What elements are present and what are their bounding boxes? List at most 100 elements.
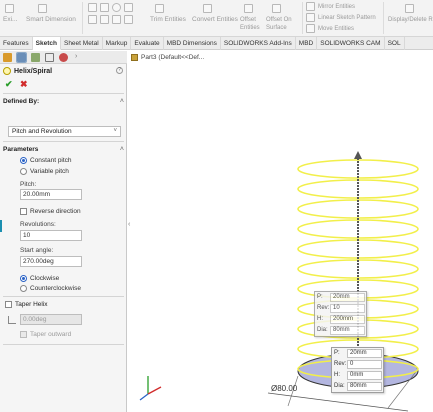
popup-row: H: 200mm [315, 314, 366, 325]
popup-diameter-input[interactable]: 80mm [330, 326, 365, 335]
chevron-down-icon: ˅ [113, 128, 117, 134]
revolutions-label: Revolutions: [20, 221, 56, 228]
offset-entities-button[interactable]: Offset Entities [240, 16, 268, 32]
popup-revolutions-input[interactable]: 0 [347, 360, 382, 369]
tab-sheet-metal[interactable]: Sheet Metal [61, 37, 103, 50]
diameter-dimension[interactable]: Ø80.00 [271, 384, 298, 393]
display-delete-relations-button[interactable]: Display/Delete R... [388, 16, 433, 24]
counterclockwise-radio[interactable]: Counterclockwise [20, 285, 81, 292]
configuration-manager-tab-icon[interactable] [31, 53, 40, 62]
chevron-right-icon[interactable]: › [75, 53, 77, 60]
taper-angle-input[interactable]: 0.00deg [20, 314, 82, 325]
popup-row: H: 0mm [332, 370, 383, 381]
popup-row: P: 20mm [315, 292, 366, 303]
divider [3, 296, 124, 297]
slot-icon[interactable] [112, 15, 121, 24]
move-entities-icon[interactable] [306, 24, 315, 33]
display-manager-tab-icon[interactable] [59, 53, 68, 62]
helix-preview[interactable]: Ø80.00 [128, 51, 433, 412]
dimxpert-manager-tab-icon[interactable] [45, 53, 54, 62]
arc-icon[interactable] [124, 3, 133, 12]
convert-entities-icon[interactable] [203, 4, 212, 13]
helix-parameters-popup[interactable]: P: 20mm Rev: 0 H: 0mm Dia: 80mm [331, 347, 384, 393]
linear-sketch-pattern-button[interactable]: Linear Sketch Pattern [318, 14, 376, 22]
variable-pitch-label: Variable pitch [30, 168, 69, 175]
tab-evaluate[interactable]: Evaluate [131, 37, 164, 50]
ribbon-separator [383, 2, 384, 34]
popup-key: P: [334, 350, 340, 356]
property-manager-tab-icon[interactable] [16, 52, 27, 63]
variable-pitch-radio[interactable]: Variable pitch [20, 168, 69, 175]
polygon-icon[interactable] [100, 15, 109, 24]
cancel-button[interactable]: ✖ [20, 79, 28, 90]
popup-height-input[interactable]: 200mm [330, 315, 365, 324]
popup-key: Rev: [334, 361, 347, 367]
spline-icon[interactable] [88, 15, 97, 24]
offset-entities-icon[interactable] [244, 4, 253, 13]
divider [3, 141, 124, 142]
parameters-group-header[interactable]: Parameters ˄ [3, 146, 124, 153]
chevron-up-icon[interactable]: ˄ [120, 146, 124, 153]
ok-button[interactable]: ✔ [5, 79, 13, 90]
ribbon-separator [82, 2, 83, 34]
move-entities-button[interactable]: Move Entities [318, 25, 354, 33]
rectangle-icon[interactable] [100, 3, 109, 12]
popup-key: Dia: [317, 327, 328, 333]
tab-features[interactable]: Features [0, 37, 33, 50]
display-delete-relations-icon[interactable] [405, 4, 414, 13]
chevron-up-icon[interactable]: ˄ [120, 98, 124, 105]
checkbox-unchecked-icon[interactable] [5, 301, 12, 308]
popup-diameter-input[interactable]: 80mm [347, 382, 382, 391]
offset-on-surface-icon[interactable] [272, 4, 281, 13]
smart-dimension-button[interactable]: Smart Dimension [26, 16, 76, 24]
pitch-input[interactable]: 20.00mm [20, 189, 82, 200]
convert-entities-button[interactable]: Convert Entities [192, 16, 238, 24]
tab-markup[interactable]: Markup [103, 37, 132, 50]
exit-sketch-button[interactable]: Exi... [3, 16, 17, 24]
popup-height-input[interactable]: 0mm [347, 371, 382, 380]
start-angle-input[interactable]: 270.00deg [20, 256, 82, 267]
popup-pitch-input[interactable]: 20mm [347, 349, 382, 358]
tab-sketch[interactable]: Sketch [32, 37, 61, 50]
checkbox-unchecked-icon [20, 208, 27, 215]
popup-pitch-input[interactable]: 20mm [330, 293, 365, 302]
pitch-label: Pitch: [20, 181, 37, 188]
defined-by-group-header[interactable]: Defined By: ˄ [3, 98, 124, 105]
helix-parameters-popup[interactable]: P: 20mm Rev: 10 H: 200mm Dia: 80mm [314, 291, 367, 337]
taper-helix-group-header[interactable]: Taper Helix [5, 301, 126, 308]
radio-selected-icon [20, 275, 27, 282]
popup-revolutions-input[interactable]: 10 [330, 304, 365, 313]
feature-manager-tab-icon[interactable] [3, 53, 12, 62]
tab-sol[interactable]: SOL [385, 37, 405, 50]
tab-solidworks-addins[interactable]: SOLIDWORKS Add-Ins [221, 37, 296, 50]
exit-sketch-icon[interactable] [5, 4, 14, 13]
defined-by-select[interactable]: Pitch and Revolution ˅ [8, 126, 121, 137]
trim-entities-button[interactable]: Trim Entities [150, 16, 186, 24]
divider [3, 93, 124, 94]
smart-dimension-icon[interactable] [38, 4, 47, 13]
revolutions-input[interactable]: 10 [20, 230, 82, 241]
linear-sketch-pattern-icon[interactable] [306, 13, 315, 22]
clockwise-radio[interactable]: Clockwise [20, 275, 59, 282]
taper-helix-header-label: Taper Helix [15, 301, 48, 308]
reverse-direction-checkbox[interactable]: Reverse direction [20, 208, 81, 215]
feature-title-label: Helix/Spiral [14, 67, 53, 75]
tab-mbd[interactable]: MBD [296, 37, 318, 50]
graphics-area[interactable]: ‹ Part3 (Default<<Def... Ø80.00 P: 20mm … [128, 51, 433, 412]
mirror-entities-button[interactable]: Mirror Entities [318, 3, 355, 11]
circle-icon[interactable] [112, 3, 121, 12]
line-icon[interactable] [88, 3, 97, 12]
trim-entities-icon[interactable] [155, 4, 164, 13]
property-manager-panel: › Helix/Spiral ? ✔ ✖ Defined By: ˄ Pitch… [0, 51, 127, 412]
tab-solidworks-cam[interactable]: SOLIDWORKS CAM [317, 37, 385, 50]
command-ribbon: Exi... Smart Dimension Trim Entities Con… [0, 0, 433, 37]
constant-pitch-radio[interactable]: Constant pitch [20, 157, 72, 164]
offset-on-surface-button[interactable]: Offset On Surface [266, 16, 298, 32]
tab-mbd-dimensions[interactable]: MBD Dimensions [164, 37, 221, 50]
taper-outward-checkbox[interactable]: Taper outward [20, 331, 71, 338]
defined-by-selected-value: Pitch and Revolution [12, 128, 72, 135]
point-icon[interactable] [124, 15, 133, 24]
mirror-entities-icon[interactable] [306, 2, 315, 11]
selection-marker [0, 220, 2, 232]
help-icon[interactable]: ? [116, 67, 123, 74]
